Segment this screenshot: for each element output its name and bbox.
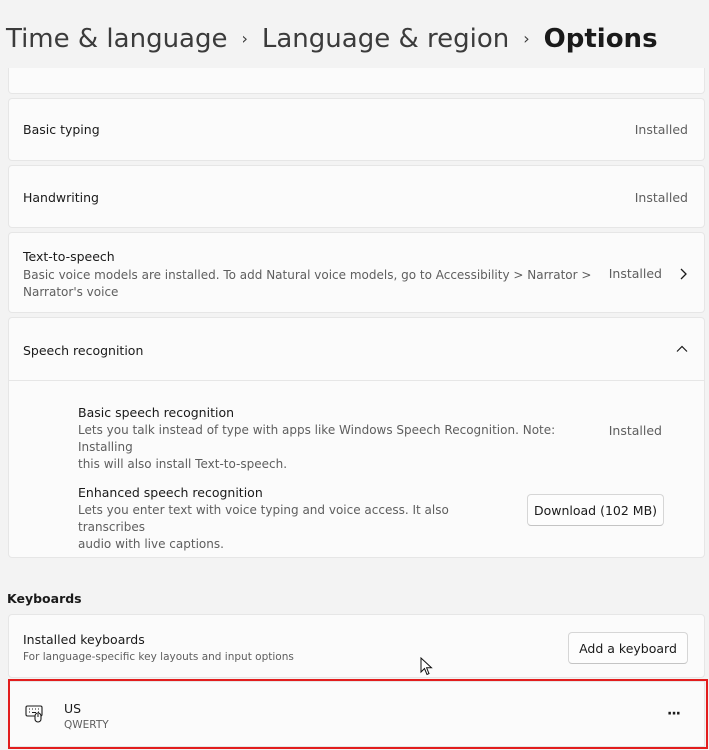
- text-to-speech-row[interactable]: Text-to-speech Basic voice models are in…: [8, 232, 705, 313]
- basic-typing-row: Basic typing Installed: [8, 98, 705, 161]
- basic-typing-title: Basic typing: [23, 122, 100, 137]
- installed-keyboards-title: Installed keyboards: [23, 632, 145, 647]
- installed-keyboards-subtitle: For language-specific key layouts and in…: [23, 651, 294, 663]
- enhanced-speech-recognition-title: Enhanced speech recognition: [78, 485, 263, 500]
- page-title: Options: [543, 24, 658, 54]
- mouse-cursor-icon: [420, 657, 433, 676]
- text-to-speech-title: Text-to-speech: [23, 249, 115, 264]
- chevron-right-icon: ›: [523, 28, 530, 48]
- text-to-speech-description: Basic voice models are installed. To add…: [23, 268, 592, 299]
- handwriting-row: Handwriting Installed: [8, 165, 705, 228]
- add-keyboard-button[interactable]: Add a keyboard: [568, 632, 688, 664]
- speech-recognition-panel: Speech recognition Basic speech recognit…: [8, 317, 705, 558]
- basic-speech-recognition-title: Basic speech recognition: [78, 405, 235, 420]
- breadcrumb: Time & language › Language & region › Op…: [6, 24, 658, 54]
- basic-speech-recognition-status: Installed: [608, 423, 662, 438]
- chevron-up-icon[interactable]: [676, 345, 688, 353]
- chevron-right-icon[interactable]: [678, 268, 688, 280]
- installed-keyboards-row: Installed keyboards For language-specifi…: [8, 614, 705, 678]
- partial-card: [8, 68, 705, 94]
- basic-speech-recognition-item: Basic speech recognition Lets you talk i…: [78, 405, 688, 473]
- basic-speech-recognition-description: Lets you talk instead of type with apps …: [78, 423, 556, 471]
- basic-typing-status: Installed: [634, 122, 688, 137]
- enhanced-speech-recognition-description: Lets you enter text with voice typing an…: [78, 503, 449, 551]
- speech-recognition-title: Speech recognition: [23, 343, 144, 358]
- enhanced-speech-recognition-item: Enhanced speech recognition Lets you ent…: [78, 485, 518, 553]
- handwriting-title: Handwriting: [23, 190, 99, 205]
- chevron-right-icon: ›: [241, 28, 248, 48]
- handwriting-status: Installed: [634, 190, 688, 205]
- breadcrumb-time-language[interactable]: Time & language: [6, 24, 227, 54]
- text-to-speech-status: Installed: [608, 266, 662, 281]
- speech-recognition-header[interactable]: Speech recognition: [9, 318, 704, 381]
- download-button[interactable]: Download (102 MB): [527, 494, 664, 526]
- keyboards-section-label: Keyboards: [7, 591, 82, 606]
- selection-highlight: [8, 679, 708, 749]
- breadcrumb-language-region[interactable]: Language & region: [262, 24, 509, 54]
